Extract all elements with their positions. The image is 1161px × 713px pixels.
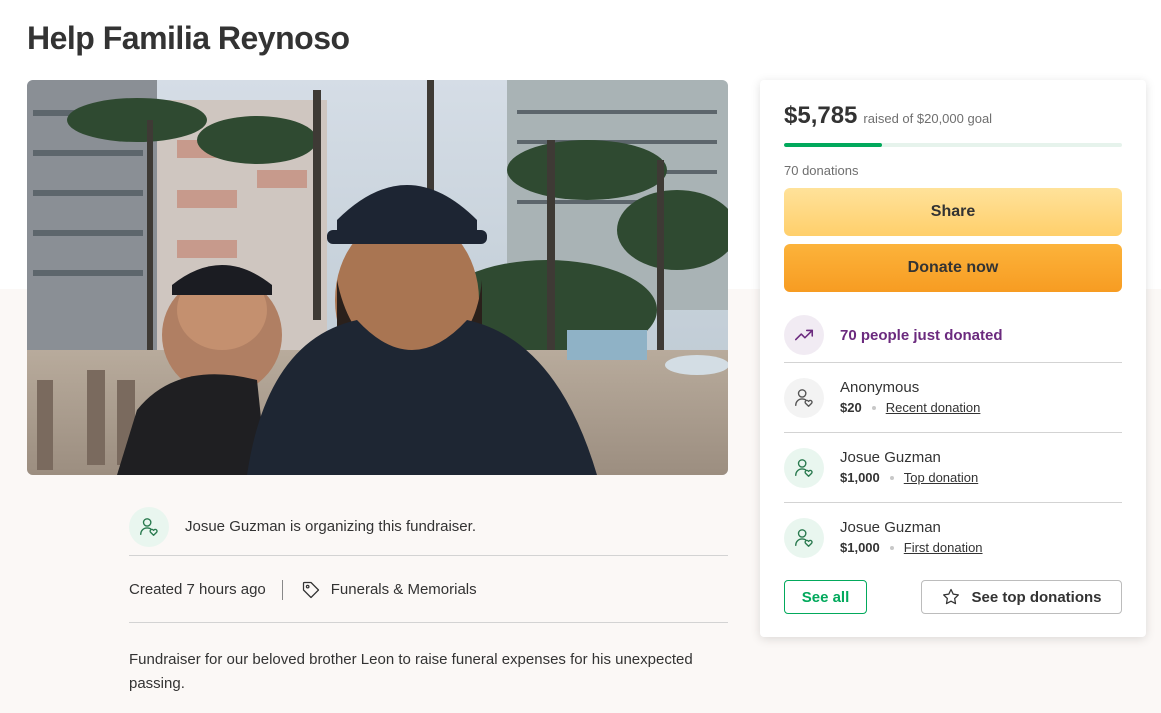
separator-dot bbox=[889, 546, 894, 550]
donor-amount: $1,000 bbox=[840, 469, 880, 485]
category-link[interactable]: Funerals & Memorials bbox=[331, 581, 477, 598]
trending-up-icon bbox=[784, 315, 824, 355]
person-heart-icon bbox=[784, 447, 824, 488]
donate-now-button[interactable]: Donate now bbox=[784, 244, 1122, 292]
organizer-row: Josue Guzman is organizing this fundrais… bbox=[129, 498, 728, 556]
star-icon bbox=[941, 587, 961, 607]
donor-name: Anonymous bbox=[840, 378, 920, 396]
donation-card: $5,785 raised of $20,000 goal 70 donatio… bbox=[760, 80, 1146, 637]
donation-kind-link[interactable]: Top donation bbox=[904, 468, 978, 488]
organizer-text: Josue Guzman is organizing this fundrais… bbox=[185, 518, 476, 535]
tag-icon bbox=[301, 580, 321, 600]
see-top-donations-button[interactable]: See top donations bbox=[921, 580, 1122, 614]
separator-dot bbox=[889, 475, 894, 480]
progress-bar bbox=[784, 143, 1122, 147]
meta-divider bbox=[281, 579, 283, 600]
donation-kind-link[interactable]: First donation bbox=[904, 538, 983, 558]
person-heart-icon bbox=[784, 377, 824, 418]
hero-photo bbox=[27, 80, 728, 475]
created-text: Created 7 hours ago bbox=[129, 581, 266, 598]
raised-summary: $5,785 raised of $20,000 goal bbox=[784, 102, 992, 130]
donor-item: Josue Guzman $1,000 Top donation bbox=[784, 433, 1122, 503]
trend-row: 70 people just donated bbox=[784, 308, 1122, 363]
see-all-button[interactable]: See all bbox=[784, 580, 867, 614]
meta-row: Created 7 hours ago Funerals & Memorials bbox=[129, 557, 728, 623]
goal-text: raised of $20,000 goal bbox=[863, 111, 993, 126]
share-button[interactable]: Share bbox=[784, 188, 1122, 236]
raised-amount: $5,785 bbox=[784, 102, 858, 129]
donor-amount: $20 bbox=[840, 399, 862, 415]
donation-count: 70 donations bbox=[784, 163, 859, 178]
progress-fill bbox=[784, 143, 882, 147]
donor-item: Josue Guzman $1,000 First donation bbox=[784, 503, 1122, 573]
person-heart-icon bbox=[129, 506, 169, 547]
donor-list: Anonymous $20 Recent donation Josue Guzm… bbox=[784, 363, 1122, 573]
donation-kind-link[interactable]: Recent donation bbox=[886, 398, 981, 418]
see-top-donations-label: See top donations bbox=[971, 588, 1102, 606]
separator-dot bbox=[871, 405, 876, 410]
trend-text: 70 people just donated bbox=[840, 326, 1003, 344]
donor-item: Anonymous $20 Recent donation bbox=[784, 363, 1122, 433]
donor-amount: $1,000 bbox=[840, 540, 880, 555]
story-text: Fundraiser for our beloved brother Leon … bbox=[129, 651, 693, 692]
person-heart-icon bbox=[784, 518, 824, 558]
donor-name: Josue Guzman bbox=[840, 519, 941, 536]
donor-name: Josue Guzman bbox=[840, 448, 941, 466]
page-title: Help Familia Reynoso bbox=[27, 20, 350, 56]
